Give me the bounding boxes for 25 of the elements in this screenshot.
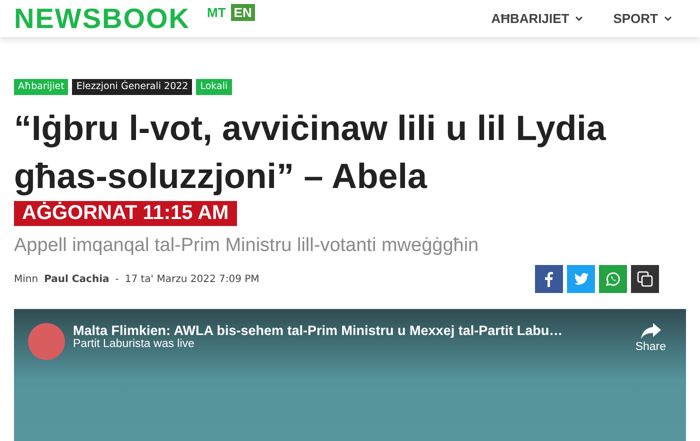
video-title[interactable]: Malta Flimkien: AWLA bis-sehem tal-Prim Ministru u Mexxej tal-Partit Labu… (73, 323, 622, 338)
whatsapp-icon (605, 271, 621, 287)
category-tag[interactable]: Elezzjoni Ġenerali 2022 (72, 79, 192, 95)
facebook-icon (545, 272, 553, 286)
nav-menu-item[interactable]: AĦBARIJIET (491, 11, 584, 26)
bird-icon (574, 273, 588, 285)
caret-icon (664, 16, 672, 21)
nav-menu-item[interactable]: SPORT (613, 11, 672, 26)
share-button[interactable] (631, 265, 659, 293)
byline-separator: - (115, 274, 119, 284)
channel-avatar[interactable] (28, 323, 65, 360)
publish-date: 17 ta' Marzu 2022 7:09 PM (124, 274, 260, 284)
byline-prefix: Minn (14, 274, 38, 284)
copy-icon (637, 271, 653, 287)
language-link[interactable]: EN (230, 4, 255, 21)
caret-icon (575, 16, 584, 21)
video-share-button[interactable]: Share (629, 323, 672, 353)
share-arrow-icon (640, 323, 661, 339)
share-button[interactable] (535, 265, 563, 293)
video-subtitle: Partit Laburista was live (73, 338, 196, 350)
author-link[interactable]: Paul Cachia (44, 274, 110, 284)
article-subtitle: Appell imqanqal tal-Prim Ministru lill-votanti mweġġgħin (14, 235, 480, 257)
article-title: “Iġbru l-vot, avviċinaw lili u lil Lydia għas-soluzzjoni” – Abela (14, 108, 607, 198)
update-badge: AĠĠORNAT 11:15 AM (14, 201, 237, 226)
video-embed[interactable]: Malta Flimkien: AWLA bis-sehem tal-Prim Ministru u Mexxej tal-Partit Labu… Partit Laburista was live Share (14, 309, 686, 441)
